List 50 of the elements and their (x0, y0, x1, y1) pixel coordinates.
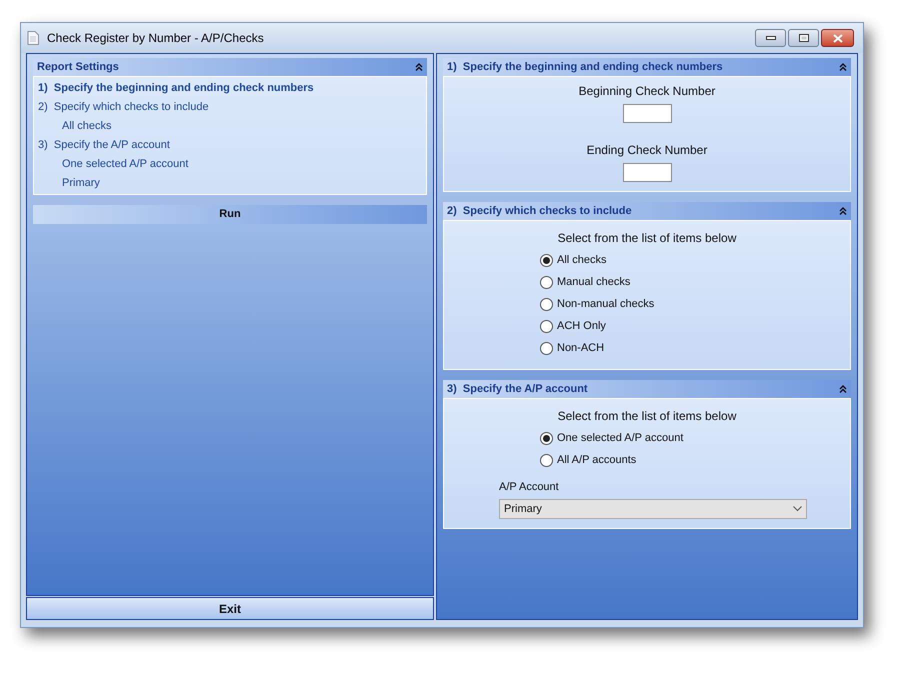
radio-button[interactable] (540, 432, 553, 444)
document-icon (27, 31, 39, 45)
section-header[interactable]: 3) Specify the A/P account (443, 380, 851, 398)
collapse-icon[interactable] (839, 385, 847, 393)
account-dropdown[interactable]: Primary (499, 499, 807, 519)
option-label: One selected A/P account (557, 430, 684, 446)
minimize-button[interactable] (755, 29, 786, 47)
collapse-icon[interactable] (839, 207, 847, 215)
radio-button[interactable] (540, 254, 553, 266)
panel-title: Report Settings (37, 60, 119, 75)
option-label: ACH Only (557, 318, 606, 334)
radio-button[interactable] (540, 454, 553, 466)
list-prompt: Select from the list of items below (558, 409, 736, 423)
step-link[interactable]: 3) Specify the A/P account (34, 136, 426, 155)
maximize-button[interactable] (788, 29, 819, 47)
close-button[interactable] (821, 29, 854, 47)
option-label: Non-ACH (557, 340, 604, 356)
section-title: 2) Specify which checks to include (447, 204, 632, 219)
choice-summary: All checks (61, 119, 113, 134)
chevron-down-icon (793, 506, 802, 512)
option-label: Manual checks (557, 274, 630, 290)
number-field[interactable] (622, 104, 672, 123)
field-label: Ending Check Number (586, 143, 708, 157)
number-field[interactable] (622, 163, 672, 182)
section-header[interactable]: 2) Specify which checks to include (443, 202, 851, 220)
radio-button[interactable] (540, 298, 553, 310)
close-icon (832, 34, 842, 42)
step-link[interactable]: 2) Specify which checks to include (34, 98, 426, 117)
minimize-icon (766, 36, 776, 40)
window-title: Check Register by Number - A/P/Checks (47, 30, 264, 47)
section-header[interactable]: 1) Specify the beginning and ending check numbers (443, 58, 851, 76)
radio-button[interactable] (540, 342, 553, 354)
section-title: 3) Specify the A/P account (447, 382, 588, 397)
collapse-icon[interactable] (839, 63, 847, 71)
dropdown-label: A/P Account (499, 481, 560, 494)
section-title: 1) Specify the beginning and ending check numbers (447, 60, 723, 75)
list-prompt: Select from the list of items below (558, 231, 736, 245)
collapse-icon[interactable] (415, 63, 423, 71)
field-label: Beginning Check Number (578, 84, 716, 98)
radio-button[interactable] (540, 276, 553, 288)
exit-button[interactable]: Exit (26, 597, 434, 620)
run-button[interactable]: Run (33, 205, 427, 224)
option-label: Non-manual checks (557, 296, 654, 312)
step-link[interactable]: 1) Specify the beginning and ending check numbers (34, 79, 426, 98)
maximize-icon (798, 34, 808, 42)
option-label: All checks (557, 252, 607, 268)
choice-summary: One selected A/P account (61, 157, 190, 172)
choice-summary: Primary (61, 176, 101, 192)
option-label: All A/P accounts (557, 452, 636, 468)
radio-button[interactable] (540, 320, 553, 332)
